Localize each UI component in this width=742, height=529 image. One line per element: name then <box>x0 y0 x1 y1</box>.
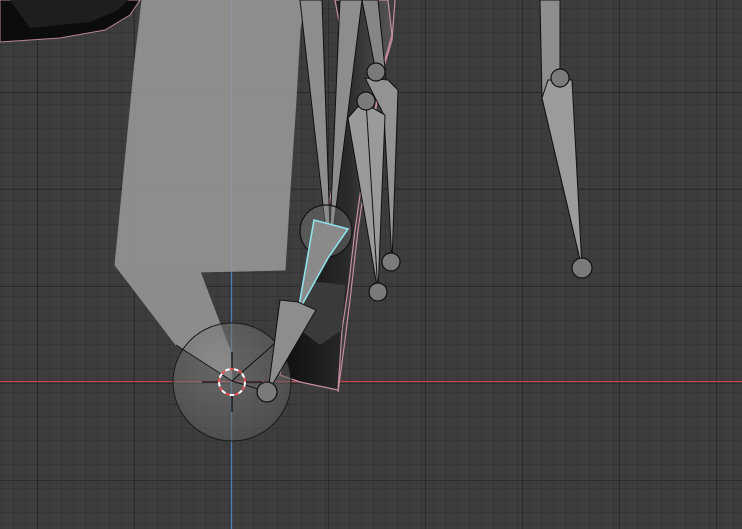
bone-right-joint-bottom[interactable] <box>571 257 593 279</box>
bone-joint-d[interactable] <box>368 282 388 302</box>
bone-right-head[interactable] <box>541 79 583 269</box>
bone-joint-a[interactable] <box>366 62 386 82</box>
bone-joint-c[interactable] <box>381 252 401 272</box>
bone-joint-b[interactable] <box>356 91 376 111</box>
bone-right-joint-top[interactable] <box>550 68 570 88</box>
bone-upper-long-a[interactable] <box>299 0 331 233</box>
bone-lower-joint[interactable] <box>256 381 278 403</box>
3d-viewport[interactable] <box>0 0 742 529</box>
